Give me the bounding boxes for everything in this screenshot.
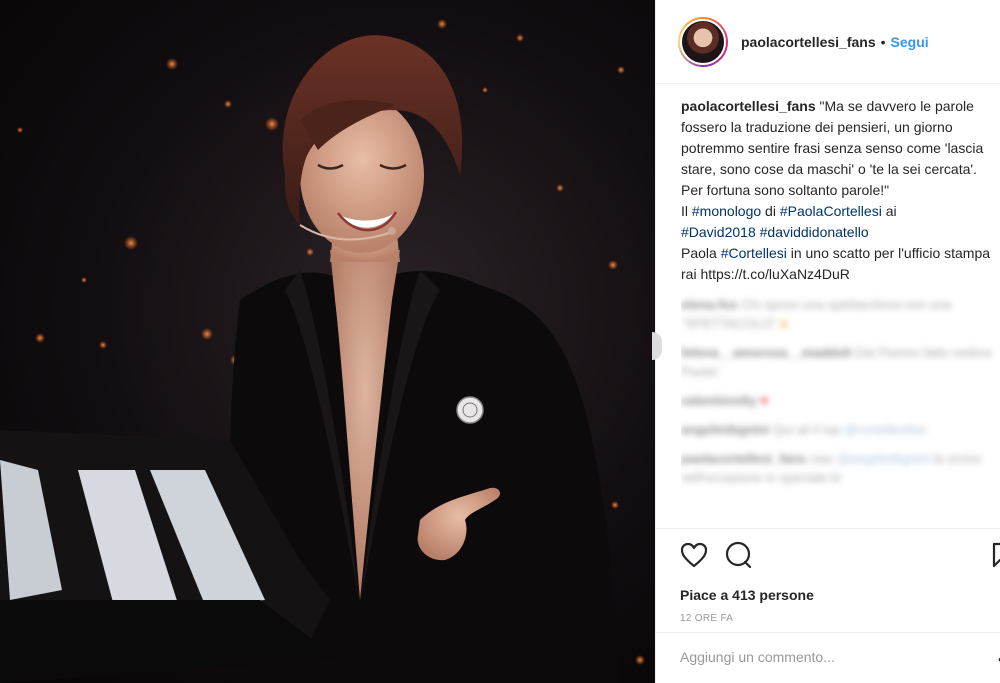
post-panel: paolacortellesi_fans • Segui paolacortel…	[652, 0, 1000, 683]
caption-line-4: Paola #Cortellesi in uno scatto per l'uf…	[681, 245, 991, 282]
header-username[interactable]: paolacortellesi_fans	[741, 34, 876, 50]
avatar[interactable]	[678, 16, 728, 67]
post-caption: paolacortellesi_fans "Ma se davvero le p…	[681, 96, 1000, 285]
comment-item: paolacortellesi_fans ciao @angelinibgnin…	[681, 451, 982, 485]
add-comment-bar: •	[656, 632, 1000, 683]
post-header: paolacortellesi_fans • Segui	[656, 0, 1000, 84]
comment-item: angelinibgnini Qui ali il top @cortelles…	[681, 422, 927, 437]
comments-fade	[656, 500, 1000, 526]
blurred-comments: elena.fox Chi sposo una spettacolosa non…	[681, 295, 1000, 487]
comments-scroll-indicator[interactable]	[652, 332, 662, 360]
comments-list[interactable]: paolacortellesi_fans "Ma se davvero le p…	[681, 96, 1000, 526]
hashtag-daviddidonatello[interactable]: #daviddidonatello	[760, 224, 869, 240]
heart-icon[interactable]	[680, 542, 708, 568]
header-separator: •	[880, 33, 886, 50]
post-actions: Piace a 413 persone 12 ORE FA	[656, 528, 1000, 648]
comment-item: felena__amorosa__maddoli Dai l'hanno fat…	[681, 345, 993, 379]
caption-line-2: Il #monologo di #PaolaCortellesi ai	[681, 203, 897, 219]
comment-item: valentiondiy ♥	[681, 393, 769, 408]
post-photo[interactable]	[0, 0, 655, 683]
comment-item: elena.fox Chi sposo una spettacolosa non…	[681, 297, 952, 331]
post-timestamp[interactable]: 12 ORE FA	[680, 613, 1000, 624]
bookmark-icon[interactable]	[992, 542, 1000, 573]
photo-illustration	[0, 19, 645, 683]
hashtag-monologo[interactable]: #monologo	[692, 203, 761, 219]
hashtag-paolacortellesi[interactable]: #PaolaCortellesi	[780, 203, 882, 219]
caption-line-3: #David2018 #daviddidonatello	[681, 222, 994, 243]
follow-button[interactable]: Segui	[891, 34, 929, 50]
caption-username[interactable]: paolacortellesi_fans	[681, 98, 816, 114]
add-comment-input[interactable]	[680, 649, 960, 665]
hashtag-cortellesi[interactable]: #Cortellesi	[721, 245, 787, 261]
comment-icon[interactable]	[724, 541, 752, 569]
likes-count[interactable]: Piace a 413 persone	[680, 587, 1000, 603]
hashtag-david2018[interactable]: #David2018	[681, 224, 756, 240]
